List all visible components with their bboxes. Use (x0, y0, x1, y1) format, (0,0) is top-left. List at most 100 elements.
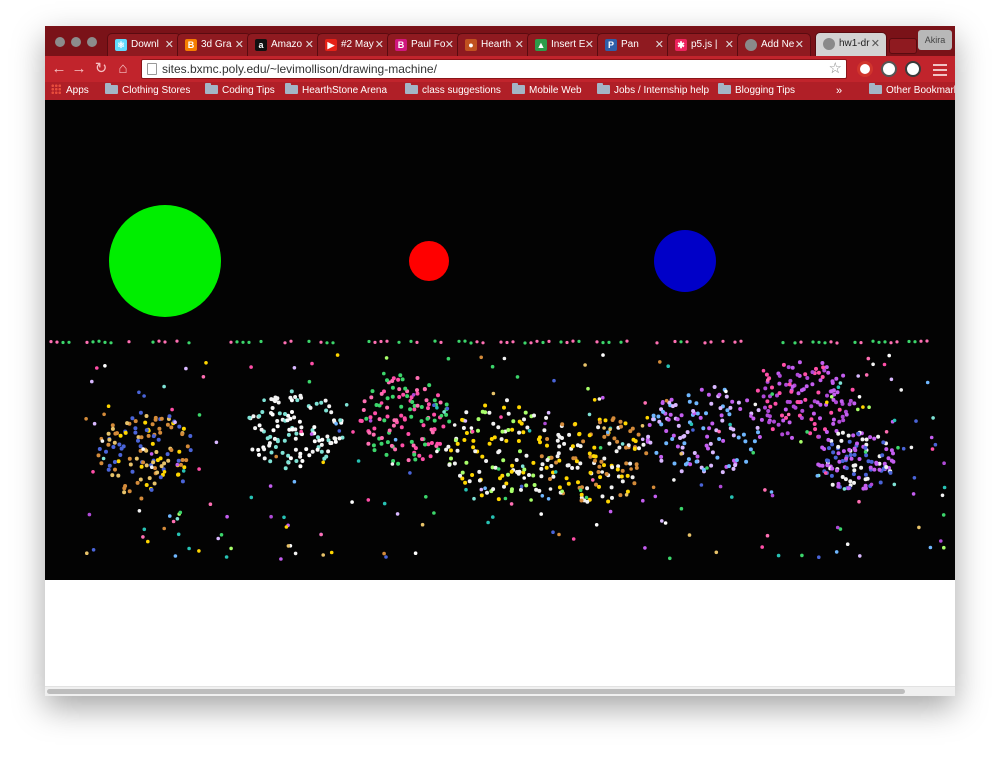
paint-dot (672, 478, 676, 482)
p5-sketch-canvas[interactable] (45, 100, 955, 580)
paint-dot (596, 470, 601, 474)
url-input[interactable] (162, 61, 822, 77)
paint-dot (901, 446, 906, 451)
profile-button[interactable]: Akira (918, 30, 952, 50)
tab-11[interactable]: hw1-dr ✕ (815, 32, 887, 56)
close-tab-icon[interactable]: ✕ (375, 34, 384, 56)
paint-dot (837, 459, 842, 464)
reload-button[interactable]: ↻ (91, 59, 111, 79)
paint-dot (738, 407, 743, 411)
tab-10[interactable]: Add Ne ✕ (737, 33, 811, 56)
scrollbar-thumb[interactable] (47, 689, 905, 694)
paint-dot (282, 438, 287, 443)
paint-dot (688, 462, 693, 467)
paint-dot (888, 470, 893, 475)
paint-dot (709, 401, 714, 406)
close-tab-icon[interactable]: ✕ (235, 34, 244, 56)
close-tab-icon[interactable]: ✕ (585, 34, 594, 56)
paint-dot (265, 436, 270, 441)
close-tab-icon[interactable]: ✕ (655, 34, 664, 56)
paint-dot (409, 439, 414, 444)
bookmark-item[interactable]: Apps (51, 82, 89, 100)
paint-dot (679, 452, 683, 456)
bookmark-item[interactable]: Blogging Tips (718, 82, 795, 100)
close-tab-icon[interactable]: ✕ (871, 33, 880, 55)
bookmark-item[interactable]: Mobile Web (512, 82, 582, 100)
paint-dot (298, 454, 303, 459)
paint-dot (510, 463, 515, 468)
bookmark-item[interactable]: Clothing Stores (105, 82, 190, 100)
back-button[interactable]: ← (49, 59, 69, 79)
paint-dot (293, 436, 298, 441)
close-tab-icon[interactable]: ✕ (445, 34, 454, 56)
paint-dot (275, 424, 280, 429)
paint-dot (319, 400, 324, 405)
tab-5[interactable]: B Paul Fo ✕ (387, 33, 461, 56)
paint-dot (858, 554, 862, 558)
paint-dot (800, 553, 804, 558)
paint-dot (321, 460, 326, 465)
bookmark-item[interactable]: Coding Tips (205, 82, 275, 100)
paint-dot (864, 373, 869, 377)
minimize-window-button[interactable] (71, 37, 81, 47)
paint-dot (556, 432, 561, 437)
paint-dot (144, 463, 149, 468)
paint-dot (458, 473, 462, 478)
paint-dot (856, 407, 860, 412)
tab-7[interactable]: ▲ Insert E ✕ (527, 33, 601, 56)
tab-6[interactable]: ● Hearth ✕ (457, 33, 531, 56)
paint-dot (176, 458, 181, 463)
paint-dot (464, 410, 469, 415)
close-tab-icon[interactable]: ✕ (515, 34, 524, 56)
paint-dot (659, 454, 664, 459)
address-bar[interactable]: ☆ (141, 59, 847, 79)
tab-4[interactable]: ▶ #2 May ✕ (317, 33, 391, 56)
close-tab-icon[interactable]: ✕ (305, 34, 314, 56)
paint-dot (601, 353, 605, 357)
paint-dot (506, 472, 510, 477)
bookmark-item[interactable]: Other Bookmarks (869, 82, 955, 100)
paint-dot (177, 449, 182, 454)
bookmark-item[interactable]: class suggestions (405, 82, 501, 100)
tab-2[interactable]: B 3d Gra ✕ (177, 33, 251, 56)
paint-dot (645, 415, 650, 420)
paint-dot (882, 362, 887, 367)
paint-dot (540, 462, 545, 467)
tab-3[interactable]: a Amazo ✕ (247, 33, 321, 56)
forward-button[interactable]: → (69, 59, 89, 79)
paint-dot (432, 412, 437, 417)
paint-dot (517, 405, 522, 410)
tab-9[interactable]: ✱ p5.js | ✕ (667, 33, 741, 56)
home-button[interactable]: ⌂ (113, 59, 133, 79)
paint-dot (483, 486, 487, 491)
zoom-window-button[interactable] (87, 37, 97, 47)
forward-arrow-icon: → (71, 60, 87, 77)
adblock-extension-icon[interactable] (857, 61, 873, 77)
paint-dot (486, 520, 490, 525)
paint-dot (449, 456, 453, 461)
chrome-menu-icon[interactable] (933, 62, 947, 76)
close-tab-icon[interactable]: ✕ (165, 34, 174, 56)
tab-8[interactable]: P Pan ✕ (597, 33, 671, 56)
paint-dot (537, 435, 542, 440)
paint-dot (162, 526, 166, 531)
paint-dot (730, 399, 735, 404)
extension-circle-icon[interactable] (881, 61, 897, 77)
bookmarks-overflow-button[interactable]: » (836, 82, 842, 100)
paint-dot (576, 480, 580, 485)
bookmark-item[interactable]: Jobs / Internship help (597, 82, 709, 100)
bookmark-star-icon[interactable]: ☆ (829, 60, 842, 78)
extension-d-icon[interactable] (905, 61, 921, 77)
close-tab-icon[interactable]: ✕ (795, 34, 804, 56)
folder-icon (405, 83, 418, 94)
bookmark-item[interactable]: HearthStone Arena (285, 82, 387, 100)
tab-1[interactable]: ⚛ Downl ✕ (107, 33, 181, 56)
paint-dot (310, 361, 314, 366)
paint-dot (106, 431, 111, 436)
paint-dot (766, 409, 771, 413)
new-tab-button[interactable] (889, 38, 917, 54)
horizontal-scrollbar[interactable] (45, 686, 955, 696)
close-window-button[interactable] (55, 37, 65, 47)
paint-dot (539, 474, 544, 479)
close-tab-icon[interactable]: ✕ (725, 34, 734, 56)
